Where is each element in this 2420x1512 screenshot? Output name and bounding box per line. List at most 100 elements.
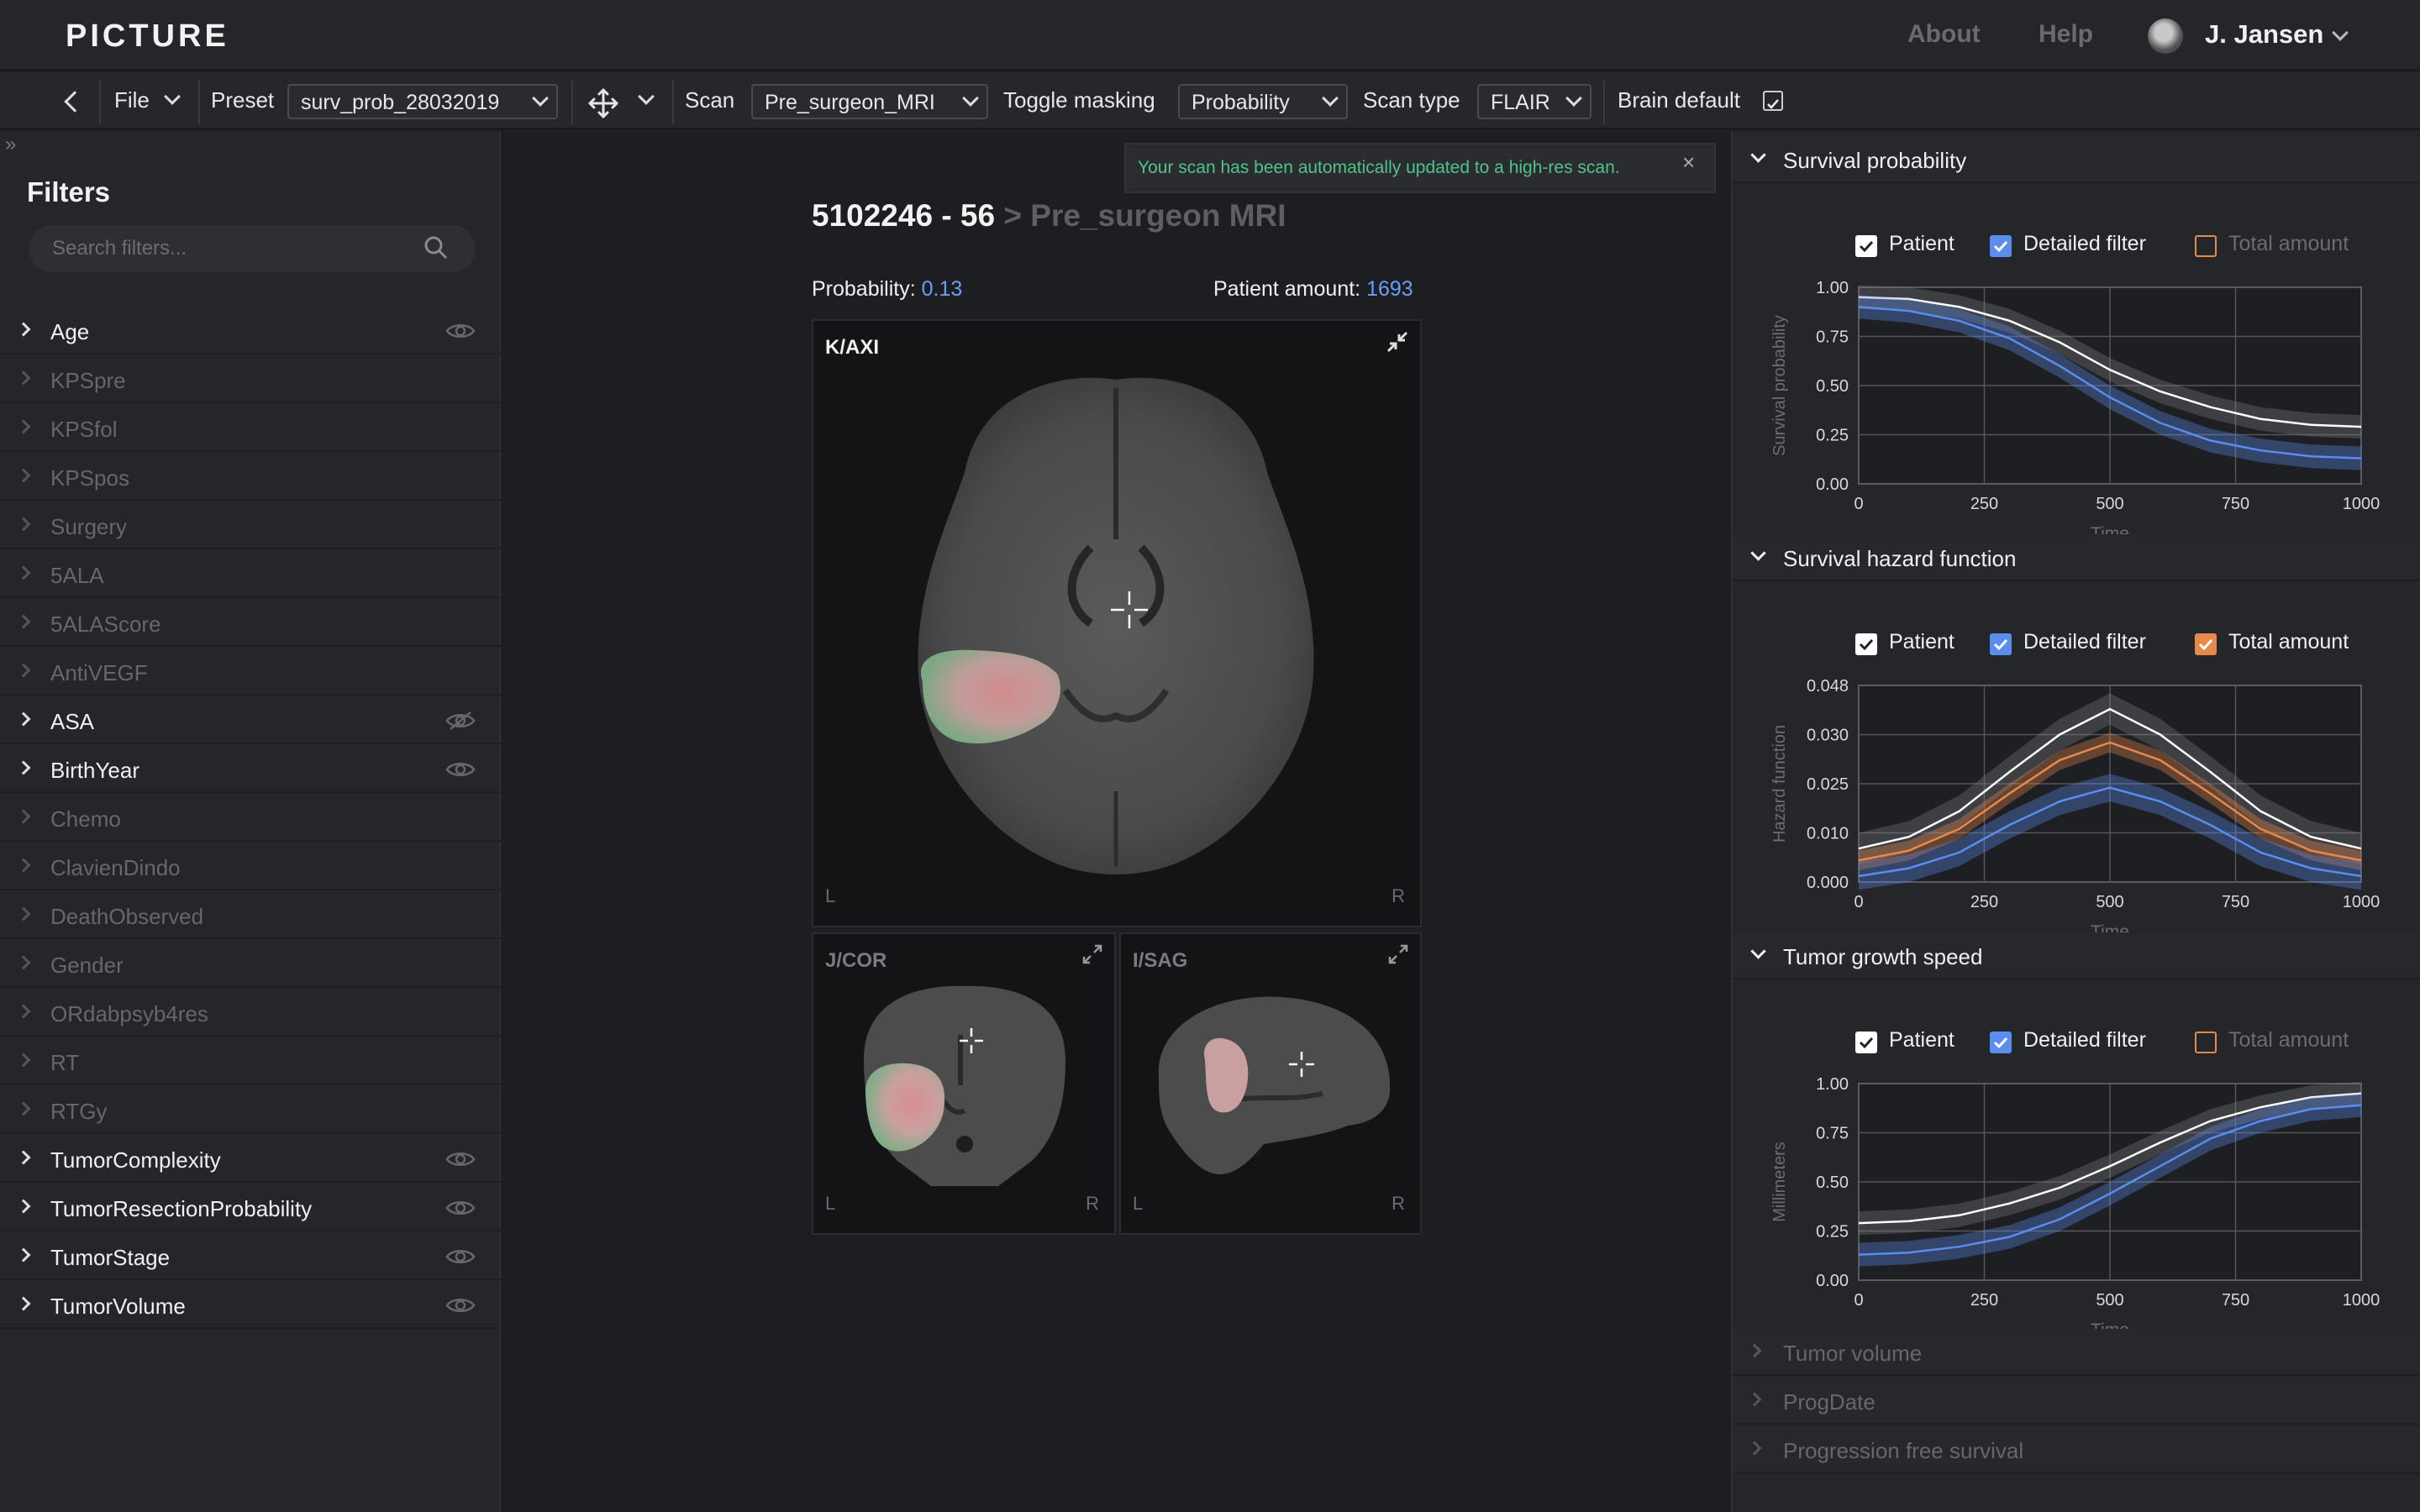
section-header[interactable]: ProgDate xyxy=(1733,1378,2420,1425)
nav-about[interactable]: About xyxy=(1907,20,1981,49)
legend-label: Total amount xyxy=(2228,1028,2349,1052)
eye-icon[interactable] xyxy=(445,1295,476,1315)
filter-row[interactable]: TumorStage xyxy=(0,1233,501,1280)
eye-icon[interactable] xyxy=(445,321,476,341)
filter-row[interactable]: ASA xyxy=(0,697,501,744)
check-icon xyxy=(1859,240,1874,253)
legend-label: Detailed filter xyxy=(2023,630,2146,654)
filter-search-input[interactable]: Search filters... xyxy=(29,225,476,272)
chevron-down-icon xyxy=(962,90,979,107)
filter-row[interactable]: Chemo xyxy=(0,795,501,842)
chevron-down-icon xyxy=(1750,943,1766,959)
eye-icon[interactable] xyxy=(445,1198,476,1218)
legend-checkbox[interactable] xyxy=(1855,235,1877,257)
section-header[interactable]: Progression free survival xyxy=(1733,1426,2420,1473)
chevron-right-icon xyxy=(16,760,31,775)
check-icon xyxy=(1767,99,1779,109)
chevron-right-icon xyxy=(16,565,31,580)
filter-label: ASA xyxy=(50,709,95,734)
filter-row[interactable]: ClavienDindo xyxy=(0,843,501,890)
legend-label: Detailed filter xyxy=(2023,232,2146,255)
y-tick-label: 0.25 xyxy=(1816,427,1849,445)
divider xyxy=(571,81,573,124)
filter-row[interactable]: Age xyxy=(0,307,501,354)
section-header[interactable]: Survival probability xyxy=(1733,136,2420,183)
legend-label: Total amount xyxy=(2228,232,2349,255)
legend-checkbox[interactable] xyxy=(2195,633,2217,655)
brain-default-label: Brain default xyxy=(1618,87,1740,113)
legend-checkbox[interactable] xyxy=(1855,1032,1877,1053)
legend-checkbox[interactable] xyxy=(1990,1032,2012,1053)
section-header[interactable]: Tumor growth speed xyxy=(1733,932,2420,979)
legend-checkbox[interactable] xyxy=(2195,235,2217,257)
section-header[interactable]: Tumor volume xyxy=(1733,1329,2420,1376)
section-header[interactable]: Survival hazard function xyxy=(1733,534,2420,581)
chevron-right-icon xyxy=(1747,1441,1762,1456)
scan-title: 5102246 - 56 > Pre_surgeon MRI xyxy=(812,198,1286,234)
preset-select[interactable]: surv_prob_28032019 xyxy=(287,84,558,119)
close-icon[interactable]: × xyxy=(1682,150,1695,176)
filter-label: TumorVolume xyxy=(50,1294,186,1319)
filter-row[interactable]: KPSpre xyxy=(0,356,501,403)
filter-row[interactable]: Gender xyxy=(0,941,501,988)
legend-checkbox[interactable] xyxy=(2195,1032,2217,1053)
filter-row[interactable]: TumorComplexity xyxy=(0,1136,501,1183)
divider xyxy=(1603,81,1605,124)
legend-checkbox[interactable] xyxy=(1990,235,2012,257)
filter-row[interactable]: BirthYear xyxy=(0,746,501,793)
scantype-select[interactable]: FLAIR xyxy=(1477,84,1591,119)
brain-default-checkbox[interactable] xyxy=(1763,91,1783,111)
section-title: Progression free survival xyxy=(1783,1438,2024,1463)
avatar[interactable] xyxy=(2148,18,2183,54)
filter-row[interactable]: KPSpos xyxy=(0,454,501,501)
scantype-label: Scan type xyxy=(1363,87,1460,113)
eye-off-icon[interactable] xyxy=(445,711,476,731)
x-tick-label: 750 xyxy=(2222,893,2249,911)
legend-label: Patient xyxy=(1889,232,1954,255)
eye-icon[interactable] xyxy=(445,1149,476,1169)
section-title: Tumor growth speed xyxy=(1783,944,1983,969)
collapse-left-icon[interactable]: » xyxy=(5,133,16,156)
legend-checkbox[interactable] xyxy=(1990,633,2012,655)
filter-row[interactable]: Surgery xyxy=(0,502,501,549)
chevron-down-icon xyxy=(532,90,549,107)
filter-row[interactable]: AntiVEGF xyxy=(0,648,501,696)
masking-select[interactable]: Probability xyxy=(1178,84,1348,119)
chevron-right-icon xyxy=(16,1199,31,1214)
section-title: Survival hazard function xyxy=(1783,546,2017,571)
x-tick-label: 0 xyxy=(1854,495,1863,513)
filter-row[interactable]: TumorResectionProbability xyxy=(0,1184,501,1231)
filter-row[interactable]: RT xyxy=(0,1038,501,1085)
chart: 025050075010000.0000.0100.0250.0300.048T… xyxy=(1733,665,2420,957)
nav-help[interactable]: Help xyxy=(2039,20,2093,49)
app-logo[interactable]: PICTURE xyxy=(66,18,229,55)
check-icon xyxy=(1993,240,2008,253)
section-title: Survival probability xyxy=(1783,148,1967,173)
legend-checkbox[interactable] xyxy=(1855,633,1877,655)
chevron-down-icon xyxy=(1750,147,1766,163)
filter-row[interactable]: KPSfol xyxy=(0,405,501,452)
axial-view[interactable]: K/AXI L R xyxy=(812,319,1422,927)
filter-row[interactable]: RTGy xyxy=(0,1087,501,1134)
filter-row[interactable]: ORdabpsyb4res xyxy=(0,990,501,1037)
move-icon[interactable] xyxy=(587,87,620,120)
right-marker: R xyxy=(1392,885,1405,906)
scan-select[interactable]: Pre_surgeon_MRI xyxy=(751,84,988,119)
y-tick-label: 0.50 xyxy=(1816,377,1849,396)
eye-icon[interactable] xyxy=(445,1247,476,1267)
chart: 025050075010000.000.250.500.751.00TimeSu… xyxy=(1733,267,2420,559)
search-icon[interactable] xyxy=(424,235,449,260)
chevron-right-icon xyxy=(16,517,31,532)
filter-row[interactable]: 5ALAScore xyxy=(0,600,501,647)
filter-row[interactable]: DeathObserved xyxy=(0,892,501,939)
filter-row[interactable]: TumorVolume xyxy=(0,1282,501,1329)
coronal-view[interactable]: J/COR L R xyxy=(812,932,1116,1235)
eye-icon[interactable] xyxy=(445,759,476,780)
x-tick-label: 750 xyxy=(2222,1291,2249,1310)
user-menu[interactable]: J. Jansen xyxy=(2205,19,2323,50)
sagittal-view[interactable]: I/SAG L R xyxy=(1119,932,1422,1235)
filter-row[interactable]: 5ALA xyxy=(0,551,501,598)
file-menu[interactable]: File xyxy=(114,87,150,113)
y-tick-label: 0.25 xyxy=(1816,1223,1849,1242)
chevron-right-icon xyxy=(16,370,31,386)
